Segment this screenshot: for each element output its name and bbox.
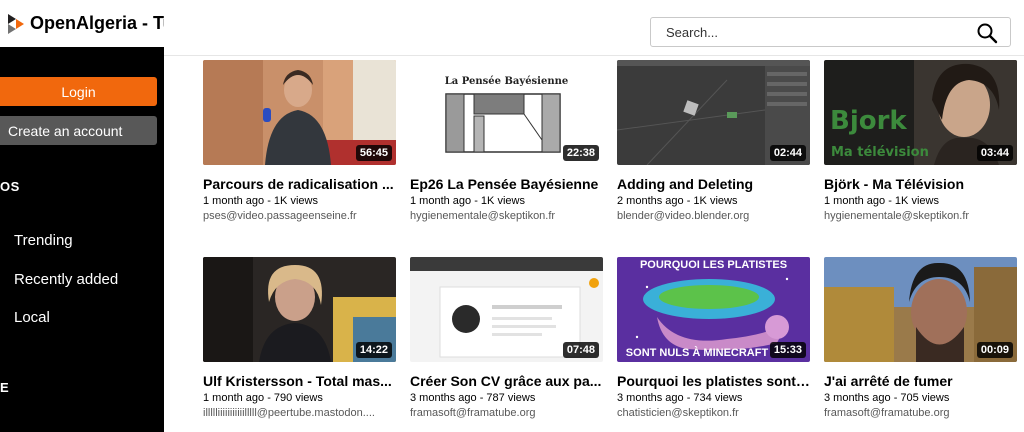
- create-account-button[interactable]: Create an account: [0, 116, 157, 145]
- sidebar-item-trending[interactable]: Trending: [14, 232, 73, 249]
- sidebar-item-recently-added[interactable]: Recently added: [14, 271, 118, 288]
- video-account[interactable]: pses@video.passageenseine.fr: [203, 210, 396, 222]
- video-title[interactable]: Ep26 La Pensée Bayésienne: [410, 176, 603, 192]
- video-account[interactable]: framasoft@framatube.org: [410, 407, 603, 419]
- video-meta: 3 months ago - 787 views: [410, 392, 536, 404]
- video-card: Bjork Ma télévision 03:44 Björk - Ma Tél…: [824, 60, 1017, 222]
- video-duration: 00:09: [976, 342, 1013, 358]
- video-thumbnail[interactable]: 07:48: [410, 257, 603, 362]
- video-account[interactable]: hygienementale@skeptikon.fr: [410, 210, 603, 222]
- peertube-logo-icon: [8, 13, 24, 34]
- sidebar-heading-videos: OS: [0, 179, 20, 194]
- video-thumbnail[interactable]: 00:09: [824, 257, 1017, 362]
- video-card: 07:48 Créer Son CV grâce aux pa... 3 mon…: [410, 257, 603, 419]
- search-icon[interactable]: [976, 22, 998, 44]
- video-title[interactable]: Créer Son CV grâce aux pa...: [410, 373, 603, 389]
- video-duration: 56:45: [355, 145, 392, 161]
- video-account[interactable]: hygienementale@skeptikon.fr: [824, 210, 1017, 222]
- video-card: 14:22 Ulf Kristersson - Total mas... 1 m…: [203, 257, 396, 419]
- video-thumbnail[interactable]: Bjork Ma télévision 03:44: [824, 60, 1017, 165]
- video-duration: 14:22: [355, 342, 392, 358]
- video-duration: 02:44: [769, 145, 806, 161]
- video-title[interactable]: Parcours de radicalisation ...: [203, 176, 396, 192]
- video-title[interactable]: J'ai arrêté de fumer: [824, 373, 1017, 389]
- login-button[interactable]: Login: [0, 77, 157, 106]
- video-duration: 03:44: [976, 145, 1013, 161]
- video-meta: 2 months ago - 1K views: [617, 195, 738, 207]
- video-account[interactable]: blender@video.blender.org: [617, 210, 810, 222]
- video-thumbnail[interactable]: 56:45: [203, 60, 396, 165]
- video-thumbnail[interactable]: 02:44: [617, 60, 810, 165]
- thumbnail-subheading: SONT NULS À MINECRAFT: [625, 347, 769, 359]
- video-account[interactable]: framasoft@framatube.org: [824, 407, 1017, 419]
- video-card: La Pensée Bayésienne 22:38 Ep26 La Pensé…: [410, 60, 603, 222]
- video-meta: 1 month ago - 1K views: [824, 195, 939, 207]
- video-title[interactable]: Adding and Deleting: [617, 176, 810, 192]
- video-title[interactable]: Björk - Ma Télévision: [824, 176, 1017, 192]
- site-logo[interactable]: OpenAlgeria - Tu: [8, 13, 164, 34]
- search-input[interactable]: [651, 18, 971, 46]
- video-card: 00:09 J'ai arrêté de fumer 3 months ago …: [824, 257, 1017, 419]
- video-card: POURQUOI LES PLATISTES SONT NULS À MINEC…: [617, 257, 810, 419]
- video-thumbnail[interactable]: La Pensée Bayésienne 22:38: [410, 60, 603, 165]
- video-account[interactable]: illllliiiiiiiiiiilllll@peertube.mastodon…: [203, 407, 396, 419]
- thumbnail-heading: La Pensée Bayésienne: [444, 76, 569, 87]
- video-title[interactable]: Ulf Kristersson - Total mas...: [203, 373, 396, 389]
- video-thumbnail[interactable]: 14:22: [203, 257, 396, 362]
- video-meta: 1 month ago - 790 views: [203, 392, 323, 404]
- video-duration: 22:38: [562, 145, 599, 161]
- sidebar: Login Create an account OS Trending Rece…: [0, 47, 164, 432]
- video-thumbnail[interactable]: POURQUOI LES PLATISTES SONT NULS À MINEC…: [617, 257, 810, 362]
- video-meta: 1 month ago - 1K views: [410, 195, 525, 207]
- thumbnail-subheading: Ma télévision: [831, 145, 929, 160]
- sidebar-heading-more: E: [0, 380, 10, 395]
- sidebar-item-local[interactable]: Local: [14, 309, 50, 326]
- video-duration: 07:48: [562, 342, 599, 358]
- video-duration: 15:33: [769, 342, 806, 358]
- video-meta: 3 months ago - 734 views: [617, 392, 743, 404]
- thumbnail-heading: POURQUOI LES PLATISTES: [639, 259, 788, 271]
- video-card: 56:45 Parcours de radicalisation ... 1 m…: [203, 60, 396, 222]
- video-account[interactable]: chatisticien@skeptikon.fr: [617, 407, 810, 419]
- video-meta: 1 month ago - 1K views: [203, 195, 318, 207]
- video-meta: 3 months ago - 705 views: [824, 392, 950, 404]
- thumbnail-heading: Bjork: [830, 106, 907, 136]
- video-card: 02:44 Adding and Deleting 2 months ago -…: [617, 60, 810, 222]
- site-title: OpenAlgeria - Tu: [30, 13, 164, 33]
- video-title[interactable]: Pourquoi les platistes sont ...: [617, 373, 810, 389]
- search-box: [650, 17, 1011, 47]
